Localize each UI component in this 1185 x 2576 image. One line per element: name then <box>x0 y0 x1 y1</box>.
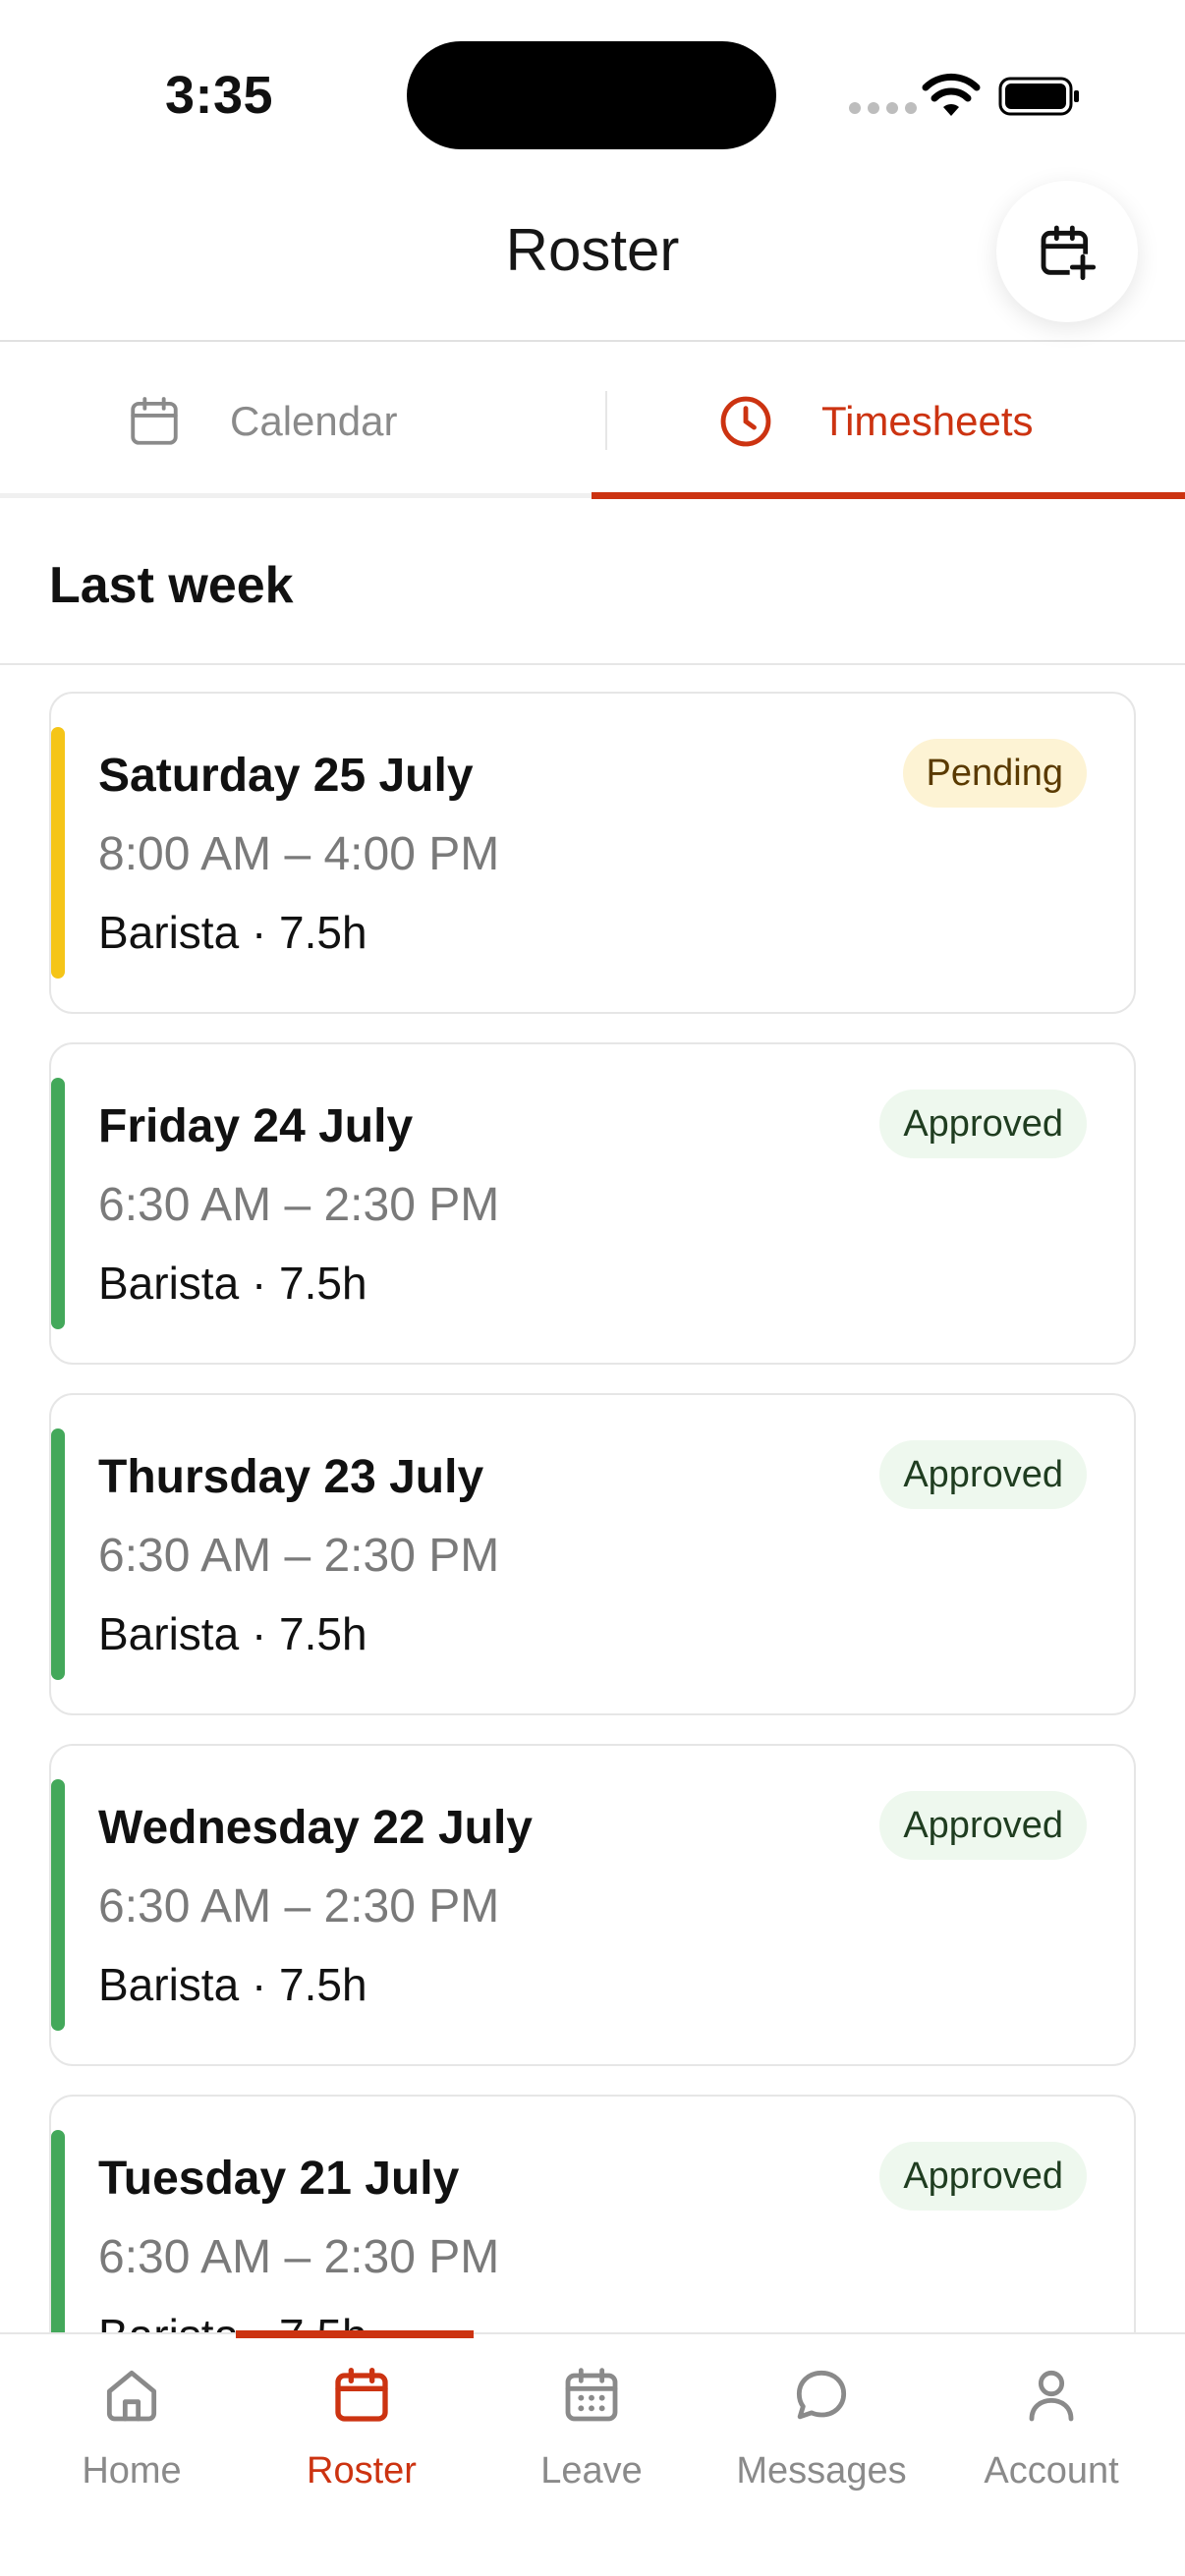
status-accent-bar <box>51 1779 65 2031</box>
nav-leave-label: Leave <box>540 2450 643 2492</box>
shift-date: Saturday 25 July <box>98 750 474 802</box>
nav-roster[interactable]: Roster <box>248 2364 476 2521</box>
app-header: Roster <box>0 177 1185 342</box>
nav-active-indicator <box>236 2330 474 2338</box>
shift-time: 6:30 AM – 2:30 PM <box>98 2231 500 2283</box>
timesheet-card[interactable]: Saturday 25 July 8:00 AM – 4:00 PM Baris… <box>49 692 1136 1014</box>
timesheet-card[interactable]: Thursday 23 July 6:30 AM – 2:30 PM Baris… <box>49 1393 1136 1715</box>
person-icon <box>1029 2370 1074 2422</box>
status-badge: Approved <box>879 1791 1087 1860</box>
shift-time: 6:30 AM – 2:30 PM <box>98 1880 500 1932</box>
shift-date: Friday 24 July <box>98 1100 414 1152</box>
roster-tabs: Calendar Timesheets <box>0 344 1185 499</box>
shift-role: Barista · 7.5h <box>98 1959 367 2010</box>
shift-role: Barista · 7.5h <box>98 1608 367 1659</box>
shift-time: 8:00 AM – 4:00 PM <box>98 828 500 880</box>
tab-calendar-label: Calendar <box>230 398 398 444</box>
nav-account[interactable]: Account <box>937 2364 1165 2521</box>
status-bar: 3:35 <box>0 0 1185 177</box>
status-time: 3:35 <box>165 66 274 125</box>
shift-time: 6:30 AM – 2:30 PM <box>98 1530 500 1582</box>
shift-date: Tuesday 21 July <box>98 2153 460 2205</box>
bottom-navigation: Home Roster Leave Messages Account <box>0 2330 1185 2576</box>
nav-messages[interactable]: Messages <box>707 2364 935 2521</box>
timesheet-list[interactable]: Saturday 25 July 8:00 AM – 4:00 PM Baris… <box>49 692 1136 2332</box>
dynamic-island <box>407 41 776 149</box>
tab-timesheets[interactable]: Timesheets <box>717 344 1034 499</box>
nav-home-label: Home <box>82 2450 182 2492</box>
nav-account-label: Account <box>984 2450 1119 2492</box>
status-badge: Pending <box>902 739 1087 808</box>
timesheet-card[interactable]: Tuesday 21 July 6:30 AM – 2:30 PM Barist… <box>49 2095 1136 2332</box>
status-badge: Approved <box>879 2142 1087 2211</box>
shift-date: Thursday 23 July <box>98 1451 484 1503</box>
battery-icon <box>998 77 1079 116</box>
chat-bubble-icon <box>796 2370 847 2420</box>
calendar-plus-icon <box>1041 225 1097 281</box>
shift-role: Barista · 7.5h <box>98 2309 367 2332</box>
shift-time: 6:30 AM – 2:30 PM <box>98 1179 500 1231</box>
section-heading: Last week <box>49 557 294 614</box>
tab-timesheets-label: Timesheets <box>821 398 1034 444</box>
shift-role: Barista · 7.5h <box>98 907 367 958</box>
tab-calendar[interactable]: Calendar <box>126 344 397 499</box>
status-badge: Approved <box>879 1090 1087 1158</box>
timesheet-card[interactable]: Wednesday 22 July 6:30 AM – 2:30 PM Bari… <box>49 1744 1136 2066</box>
section-divider <box>0 663 1185 665</box>
shift-role: Barista · 7.5h <box>98 1258 367 1309</box>
nav-messages-label: Messages <box>736 2450 907 2492</box>
calendar-icon <box>131 397 178 445</box>
home-icon <box>106 2370 157 2422</box>
status-accent-bar <box>51 2130 65 2332</box>
status-accent-bar <box>51 727 65 979</box>
cellular-signal-icon <box>849 102 917 114</box>
status-badge: Approved <box>879 1440 1087 1509</box>
status-accent-bar <box>51 1428 65 1680</box>
nav-home[interactable]: Home <box>18 2364 246 2521</box>
timesheet-card[interactable]: Friday 24 July 6:30 AM – 2:30 PM Barista… <box>49 1042 1136 1365</box>
calendar-icon <box>335 2368 388 2422</box>
calendar-grid-icon <box>565 2368 618 2422</box>
nav-leave[interactable]: Leave <box>478 2364 705 2521</box>
active-tab-indicator <box>592 492 1185 499</box>
wifi-icon <box>922 73 981 116</box>
shift-date: Wednesday 22 July <box>98 1802 533 1854</box>
add-shift-button[interactable] <box>996 181 1138 322</box>
status-accent-bar <box>51 1078 65 1329</box>
tab-divider <box>605 391 607 450</box>
clock-icon <box>720 396 771 447</box>
nav-roster-label: Roster <box>307 2450 417 2492</box>
